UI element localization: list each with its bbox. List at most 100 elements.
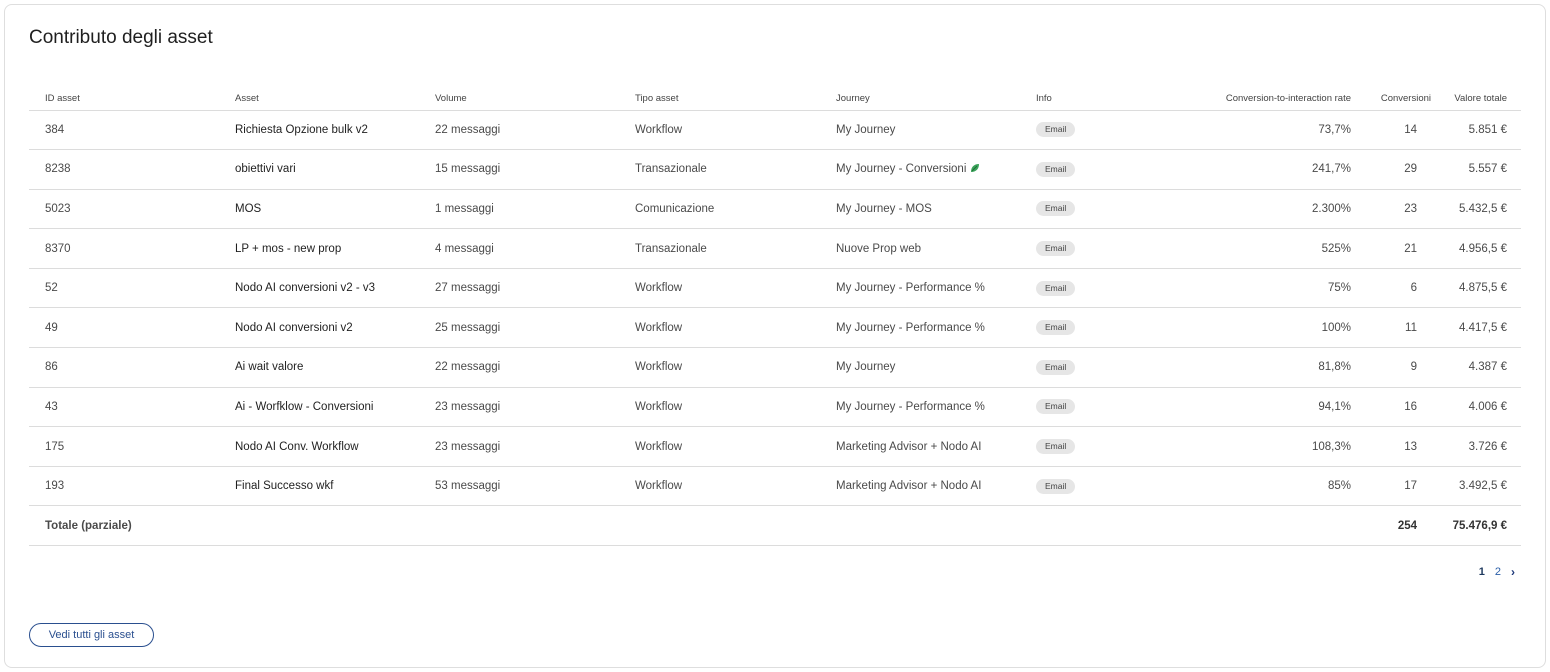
channel-badge: Email xyxy=(1036,359,1076,375)
channel-badge: Email xyxy=(1036,478,1076,494)
header-type[interactable]: Tipo asset xyxy=(619,87,820,111)
cell-type: Transazionale xyxy=(619,228,820,269)
cell-volume: 25 messaggi xyxy=(419,307,619,349)
cell-asset[interactable]: MOS xyxy=(219,189,419,230)
cell-value: 4.006 € xyxy=(1431,387,1521,428)
journey-name: My Journey - Performance % xyxy=(836,321,985,334)
cell-info: Email xyxy=(1020,426,1170,467)
journey-name: My Journey - MOS xyxy=(836,202,932,215)
cell-id: 5023 xyxy=(29,189,219,230)
cell-rate: 241,7% xyxy=(1170,149,1365,190)
cell-journey: My Journey xyxy=(820,347,1020,388)
total-value: 75.476,9 € xyxy=(1431,505,1521,547)
channel-badge: Email xyxy=(1036,399,1076,415)
table-row[interactable]: 5023 MOS 1 messaggi Comunicazione My Jou… xyxy=(29,189,1521,230)
cell-id: 8370 xyxy=(29,228,219,269)
cell-asset[interactable]: Nodo AI conversioni v2 xyxy=(219,307,419,349)
cell-volume: 23 messaggi xyxy=(419,387,619,428)
cell-asset[interactable]: Ai - Worfklow - Conversioni xyxy=(219,387,419,428)
cell-id: 8238 xyxy=(29,149,219,190)
table-row[interactable]: 175 Nodo AI Conv. Workflow 23 messaggi W… xyxy=(29,426,1521,467)
cell-volume: 27 messaggi xyxy=(419,268,619,309)
cell-type: Workflow xyxy=(619,110,820,151)
table-row[interactable]: 193 Final Successo wkf 53 messaggi Workf… xyxy=(29,466,1521,507)
cell-info: Email xyxy=(1020,347,1170,388)
channel-badge: Email xyxy=(1036,439,1076,455)
table-body: 384 Richiesta Opzione bulk v2 22 messagg… xyxy=(29,110,1521,507)
table-row[interactable]: 43 Ai - Worfklow - Conversioni 23 messag… xyxy=(29,387,1521,428)
view-all-assets-button[interactable]: Vedi tutti gli asset xyxy=(29,623,154,647)
cell-rate: 85% xyxy=(1170,466,1365,507)
cell-value: 3.726 € xyxy=(1431,426,1521,467)
cell-rate: 73,7% xyxy=(1170,110,1365,151)
header-asset[interactable]: Asset xyxy=(219,87,419,111)
cell-volume: 15 messaggi xyxy=(419,149,619,190)
cell-value: 3.492,5 € xyxy=(1431,466,1521,507)
journey-name: Marketing Advisor + Nodo AI xyxy=(836,440,982,453)
header-info[interactable]: Info xyxy=(1020,87,1170,111)
cell-asset[interactable]: obiettivi vari xyxy=(219,149,419,190)
total-label: Totale (parziale) xyxy=(29,505,1365,547)
cell-asset[interactable]: LP + mos - new prop xyxy=(219,228,419,269)
cell-rate: 108,3% xyxy=(1170,426,1365,467)
asset-contribution-card: Contributo degli asset ID asset Asset Vo… xyxy=(4,4,1546,668)
cell-id: 43 xyxy=(29,387,219,428)
card-title: Contributo degli asset xyxy=(29,27,213,48)
header-row: ID asset Asset Volume Tipo asset Journey… xyxy=(29,87,1521,111)
table-row[interactable]: 8238 obiettivi vari 15 messaggi Transazi… xyxy=(29,149,1521,190)
page-2-link[interactable]: 2 xyxy=(1495,566,1501,578)
cell-id: 384 xyxy=(29,110,219,151)
leaf-icon xyxy=(971,164,980,173)
cell-value: 4.956,5 € xyxy=(1431,228,1521,269)
channel-badge: Email xyxy=(1036,241,1076,257)
header-id[interactable]: ID asset xyxy=(29,87,219,111)
journey-name: Nuove Prop web xyxy=(836,242,922,255)
cell-value: 4.417,5 € xyxy=(1431,307,1521,349)
cell-type: Workflow xyxy=(619,426,820,467)
header-value[interactable]: Valore totale xyxy=(1431,87,1521,111)
cell-asset[interactable]: Nodo AI Conv. Workflow xyxy=(219,426,419,467)
cell-conversions: 16 xyxy=(1365,387,1431,428)
table-row[interactable]: 49 Nodo AI conversioni v2 25 messaggi Wo… xyxy=(29,307,1521,349)
table-row[interactable]: 52 Nodo AI conversioni v2 - v3 27 messag… xyxy=(29,268,1521,309)
journey-name: My Journey - Conversioni xyxy=(836,163,967,176)
cell-volume: 53 messaggi xyxy=(419,466,619,507)
cell-asset[interactable]: Nodo AI conversioni v2 - v3 xyxy=(219,268,419,309)
table-row[interactable]: 8370 LP + mos - new prop 4 messaggi Tran… xyxy=(29,228,1521,269)
cell-id: 193 xyxy=(29,466,219,507)
cell-conversions: 9 xyxy=(1365,347,1431,388)
header-volume[interactable]: Volume xyxy=(419,87,619,111)
table-row[interactable]: 384 Richiesta Opzione bulk v2 22 messagg… xyxy=(29,110,1521,151)
cell-id: 175 xyxy=(29,426,219,467)
header-journey[interactable]: Journey xyxy=(820,87,1020,111)
page-1-link[interactable]: 1 xyxy=(1479,566,1485,578)
cell-type: Transazionale xyxy=(619,149,820,190)
cell-asset[interactable]: Final Successo wkf xyxy=(219,466,419,507)
cell-info: Email xyxy=(1020,307,1170,349)
cell-info: Email xyxy=(1020,149,1170,190)
cell-journey: Marketing Advisor + Nodo AI xyxy=(820,426,1020,467)
journey-name: My Journey - Performance % xyxy=(836,282,985,295)
journey-name: My Journey xyxy=(836,123,896,136)
cell-rate: 94,1% xyxy=(1170,387,1365,428)
channel-badge: Email xyxy=(1036,122,1076,138)
cell-id: 49 xyxy=(29,307,219,349)
cell-value: 4.387 € xyxy=(1431,347,1521,388)
table-row[interactable]: 86 Ai wait valore 22 messaggi Workflow M… xyxy=(29,347,1521,388)
channel-badge: Email xyxy=(1036,320,1076,336)
cell-volume: 23 messaggi xyxy=(419,426,619,467)
cell-journey: My Journey - Performance % xyxy=(820,387,1020,428)
cell-conversions: 11 xyxy=(1365,307,1431,349)
journey-name: Marketing Advisor + Nodo AI xyxy=(836,480,982,493)
cell-journey: My Journey - MOS xyxy=(820,189,1020,230)
cell-info: Email xyxy=(1020,189,1170,230)
cell-asset[interactable]: Ai wait valore xyxy=(219,347,419,388)
cell-type: Workflow xyxy=(619,347,820,388)
cell-asset[interactable]: Richiesta Opzione bulk v2 xyxy=(219,110,419,151)
cell-value: 4.875,5 € xyxy=(1431,268,1521,309)
chevron-right-icon[interactable]: › xyxy=(1511,565,1515,579)
table-footer: Totale (parziale) 254 75.476,9 € xyxy=(29,505,1521,547)
header-conversions[interactable]: Conversioni xyxy=(1365,87,1431,111)
cell-conversions: 17 xyxy=(1365,466,1431,507)
header-rate[interactable]: Conversion-to-interaction rate xyxy=(1170,87,1365,111)
